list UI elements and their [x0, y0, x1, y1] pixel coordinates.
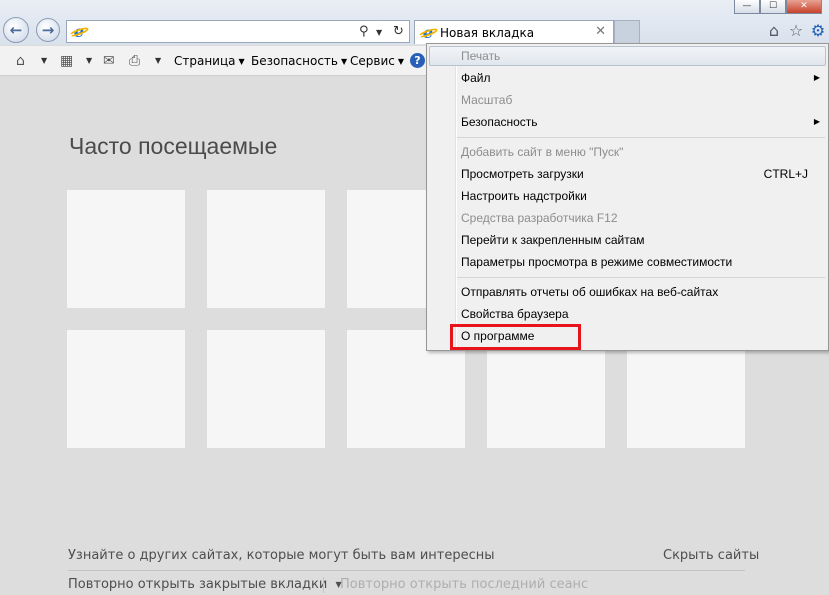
home-dropdown-icon[interactable]: ▼ [41, 56, 47, 65]
menu-item-pinned-sites[interactable]: Перейти к закрепленным сайтам [429, 230, 826, 250]
hide-sites-link[interactable]: Скрыть сайты [663, 548, 759, 563]
chevron-down-icon: ▼ [340, 57, 348, 66]
menu-item-label: Файл [461, 71, 491, 85]
menu-item-label: Просмотреть загрузки [461, 167, 584, 181]
menu-item-zoom[interactable]: Масштаб [429, 90, 826, 110]
forward-arrow-icon: → [41, 21, 55, 39]
menu-item-label: Средства разработчика F12 [461, 211, 618, 225]
menu-page[interactable]: Страница ▼ [174, 54, 245, 68]
title-bar: — ☐ ✕ ← → e ⚲ ▼ ↻ e Новая вкладка ✕ ⌂ ☆ … [0, 0, 829, 45]
menu-item-label: Параметры просмотра в режиме совместимос… [461, 255, 733, 269]
menu-item-label: Добавить сайт в меню "Пуск" [461, 145, 624, 159]
feeds-dropdown-icon[interactable]: ▼ [86, 56, 92, 65]
annotation-highlight-box [450, 324, 581, 350]
favorites-star-icon[interactable]: ☆ [787, 22, 805, 40]
site-tile[interactable] [207, 190, 325, 308]
ie-logo-icon: e [71, 24, 87, 40]
tab-new-tab[interactable]: e Новая вкладка ✕ [414, 20, 614, 44]
page-title: Часто посещаемые [69, 133, 278, 159]
print-icon[interactable]: ⎙ [129, 53, 140, 69]
reopen-last-session-link: Повторно открыть последний сеанс [340, 577, 589, 592]
menu-page-label: Страница [174, 54, 236, 68]
menu-security-label: Безопасность [251, 54, 338, 68]
menu-item-add-to-start[interactable]: Добавить сайт в меню "Пуск" [429, 142, 826, 162]
menu-item-f12-tools[interactable]: Средства разработчика F12 [429, 208, 826, 228]
menu-separator [457, 137, 825, 138]
menu-item-internet-options[interactable]: Свойства браузера [429, 304, 826, 324]
new-tab-button[interactable] [614, 20, 640, 44]
tools-dropdown-menu: Печать Файл ▶ Масштаб Безопасность ▶ Доб… [426, 43, 829, 351]
site-tile[interactable] [67, 190, 185, 308]
site-tile[interactable] [67, 330, 185, 448]
chevron-down-icon: ▼ [397, 57, 405, 66]
forward-button[interactable]: → [36, 18, 60, 42]
home-icon[interactable]: ⌂ [16, 53, 25, 69]
menu-item-label: Перейти к закрепленным сайтам [461, 233, 645, 247]
menu-item-shortcut: CTRL+J [763, 167, 808, 181]
minimize-button[interactable]: — [734, 0, 760, 14]
address-dropdown-icon[interactable]: ▼ [376, 28, 382, 37]
tools-gear-icon[interactable]: ⚙ [809, 22, 827, 40]
menu-item-label: Масштаб [461, 93, 513, 107]
maximize-button[interactable]: ☐ [760, 0, 786, 14]
search-icon[interactable]: ⚲ [359, 24, 369, 39]
tab-close-icon[interactable]: ✕ [595, 24, 606, 39]
site-tile[interactable] [207, 330, 325, 448]
back-arrow-icon: ← [9, 21, 23, 39]
help-icon[interactable]: ? [410, 53, 425, 68]
refresh-icon[interactable]: ↻ [393, 24, 404, 39]
menu-security[interactable]: Безопасность ▼ [251, 54, 347, 68]
ie-logo-icon: e [420, 25, 436, 41]
menu-item-label: Свойства браузера [461, 307, 569, 321]
menu-item-file[interactable]: Файл ▶ [429, 68, 826, 88]
browser-right-icons: ⌂ ☆ ⚙ [765, 22, 827, 40]
menu-item-manage-addons[interactable]: Настроить надстройки [429, 186, 826, 206]
home-icon[interactable]: ⌂ [765, 22, 783, 40]
read-mail-icon[interactable]: ✉ [103, 53, 115, 69]
divider [68, 570, 745, 571]
menu-item-label: Печать [461, 49, 501, 63]
menu-separator [457, 277, 825, 278]
menu-tools-label: Сервис [350, 54, 395, 68]
menu-item-label: Отправлять отчеты об ошибках на веб-сайт… [461, 285, 719, 299]
discover-sites-link[interactable]: Узнайте о других сайтах, которые могут б… [68, 548, 495, 563]
address-bar[interactable]: e ⚲ ▼ ↻ [66, 20, 410, 43]
print-dropdown-icon[interactable]: ▼ [155, 56, 161, 65]
chevron-down-icon: ▼ [238, 57, 245, 66]
submenu-arrow-icon: ▶ [813, 73, 820, 82]
menu-item-label: Настроить надстройки [461, 189, 587, 203]
close-window-button[interactable]: ✕ [786, 0, 822, 14]
window-controls: — ☐ ✕ [734, 0, 822, 14]
menu-item-safety[interactable]: Безопасность ▶ [429, 112, 826, 132]
back-button[interactable]: ← [3, 17, 29, 43]
feeds-icon[interactable]: ▦ [60, 53, 73, 69]
submenu-arrow-icon: ▶ [813, 117, 820, 126]
menu-item-report-errors[interactable]: Отправлять отчеты об ошибках на веб-сайт… [429, 282, 826, 302]
menu-tools[interactable]: Сервис ▼ [350, 54, 404, 68]
menu-item-compatibility-view[interactable]: Параметры просмотра в режиме совместимос… [429, 252, 826, 272]
tab-label: Новая вкладка [440, 26, 535, 40]
menu-item-label: Безопасность [461, 115, 538, 129]
menu-item-print[interactable]: Печать [429, 46, 826, 66]
reopen-closed-tabs-label: Повторно открыть закрытые вкладки [68, 577, 328, 592]
reopen-closed-tabs-link[interactable]: Повторно открыть закрытые вкладки ▼ [68, 577, 342, 592]
divider [323, 577, 324, 593]
menu-item-view-downloads[interactable]: Просмотреть загрузки CTRL+J [429, 164, 826, 184]
